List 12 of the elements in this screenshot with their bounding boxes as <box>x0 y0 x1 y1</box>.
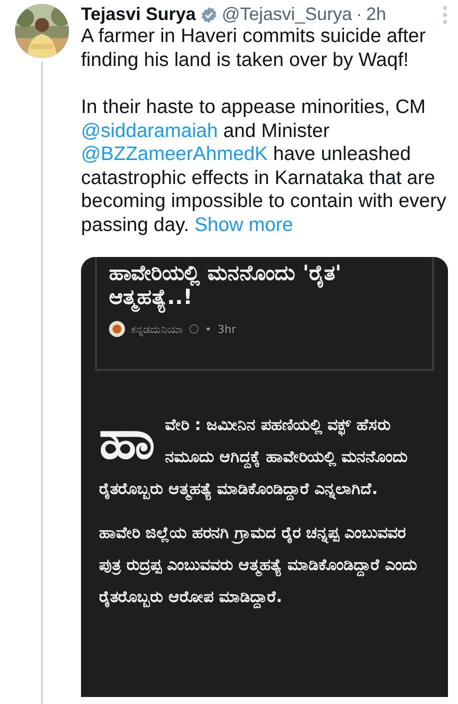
post-time[interactable]: 2h <box>366 4 386 25</box>
tweet-text: A farmer in Haveri commits suicide after finding his land is taken over by Waqf! <box>81 25 427 72</box>
article-paragraph: ಹಾವೇರಿ ಜಿಲ್ಲೆಯ ಹರನಗಿ ಗ್ರಾಮದ ರೈರ ಚನ್ನಪ್ಪ ಎಂಬುವವರ ಪುತ್ರ ರುದ್ರಪ್ಪ ಎಂಬುವವರು ಆತ್ಮಹತ್ಯೆ ಮಾಡಿಕೊಂಡಿದ್ದಾರೆ ಎಂದು ರೈತರೊಬ್ಬರು ಆರೋಪ ಮಾಡಿದ್ದಾರೆ. <box>99 517 430 613</box>
more-icon[interactable] <box>442 4 448 24</box>
separator: · <box>356 4 362 25</box>
source-name: ಕನ್ನಡದುನಿಯಾ <box>131 322 183 336</box>
article-time: 3hr <box>218 322 236 336</box>
author-handle[interactable]: @Tejasvi_Surya <box>222 4 352 25</box>
author-name[interactable]: Tejasvi Surya <box>81 4 196 25</box>
tweet-text: In their haste to appease minorities, CM @siddaramaiah and Minister @BZZameerAhmedK have unleashed catastrophic effects in Karnataka that are becoming impossible to contain with every passing day. Show more <box>81 96 448 237</box>
source-logo-icon <box>109 321 125 337</box>
separator: • <box>205 322 212 336</box>
